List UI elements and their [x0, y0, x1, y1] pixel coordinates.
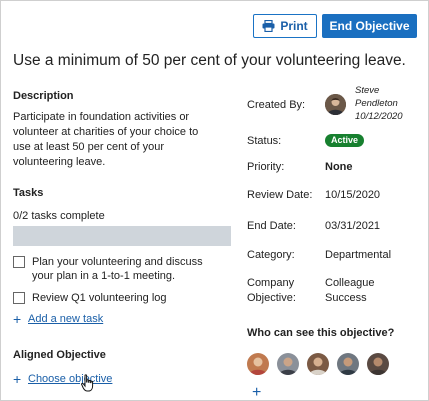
- description-line: Participate in foundation activities or: [13, 111, 190, 123]
- task-checkbox-1[interactable]: [13, 256, 25, 268]
- end-objective-label: End Objective: [329, 19, 410, 33]
- add-viewer-plus-icon[interactable]: +: [252, 385, 261, 401]
- company-objective-value-line: Colleague: [325, 277, 375, 289]
- description-line: volunteering leave.: [13, 156, 106, 168]
- printer-icon: [262, 20, 275, 32]
- end-objective-button[interactable]: End Objective: [322, 14, 417, 38]
- objective-title: Use a minimum of 50 per cent of your vol…: [13, 52, 406, 69]
- task-label-line: your plan in a 1-to-1 meeting.: [32, 270, 176, 282]
- description-text: Participate in foundation activities or …: [13, 110, 198, 170]
- end-date-label: End Date:: [247, 220, 296, 232]
- status-label: Status:: [247, 135, 282, 147]
- review-date-value: 10/15/2020: [325, 189, 381, 201]
- priority-label: Priority:: [247, 161, 285, 173]
- print-label: Print: [280, 19, 308, 33]
- category-label: Category:: [247, 249, 295, 261]
- status-badge: Active: [325, 134, 365, 147]
- creator-first-name: Steve: [355, 85, 380, 96]
- task-item-2: Review Q1 volunteering log: [32, 292, 167, 304]
- company-objective-label-line: Company: [247, 277, 295, 289]
- viewer-avatar[interactable]: [367, 353, 389, 375]
- creator-avatar: [325, 94, 346, 115]
- company-objective-label: Company Objective:: [247, 276, 296, 306]
- choose-objective-plus-icon[interactable]: +: [13, 372, 21, 386]
- description-line: use at least 50 per cent of your: [13, 141, 165, 153]
- created-date: 10/12/2020: [355, 111, 403, 122]
- description-heading: Description: [13, 90, 74, 102]
- priority-value: None: [325, 161, 353, 173]
- created-by-label: Created By:: [247, 99, 306, 111]
- tasks-heading: Tasks: [13, 187, 44, 199]
- task-item-1: Plan your volunteering and discuss your …: [32, 255, 203, 283]
- viewer-avatar[interactable]: [277, 353, 299, 375]
- viewer-avatar[interactable]: [337, 353, 359, 375]
- tasks-progress-text: 0/2 tasks complete: [13, 210, 105, 222]
- category-value: Departmental: [325, 249, 392, 261]
- viewer-avatar[interactable]: [247, 353, 269, 375]
- end-date-value: 03/31/2021: [325, 220, 381, 232]
- print-button[interactable]: Print: [253, 14, 317, 38]
- review-date-label: Review Date:: [247, 189, 313, 201]
- company-objective-value-line: Success: [325, 292, 367, 304]
- add-task-plus-icon[interactable]: +: [13, 312, 21, 326]
- description-line: volunteer at charities of your choice to: [13, 126, 199, 138]
- company-objective-label-line: Objective:: [247, 292, 296, 304]
- creator-last-name: Pendleton: [355, 98, 398, 109]
- task-label-line: Plan your volunteering and discuss: [32, 256, 203, 268]
- choose-objective-link[interactable]: Choose objective: [28, 373, 112, 385]
- viewer-avatar[interactable]: [307, 353, 329, 375]
- viewers-heading: Who can see this objective?: [247, 327, 395, 339]
- creator-info: Steve Pendleton 10/12/2020: [355, 84, 403, 123]
- tasks-progress-bar: [13, 226, 231, 246]
- aligned-objective-heading: Aligned Objective: [13, 349, 106, 361]
- hand-pointer-cursor-icon: [81, 374, 94, 392]
- task-checkbox-2[interactable]: [13, 292, 25, 304]
- company-objective-value: Colleague Success: [325, 276, 375, 306]
- objective-panel: Print End Objective Use a minimum of 50 …: [0, 0, 429, 401]
- add-task-link[interactable]: Add a new task: [28, 313, 103, 325]
